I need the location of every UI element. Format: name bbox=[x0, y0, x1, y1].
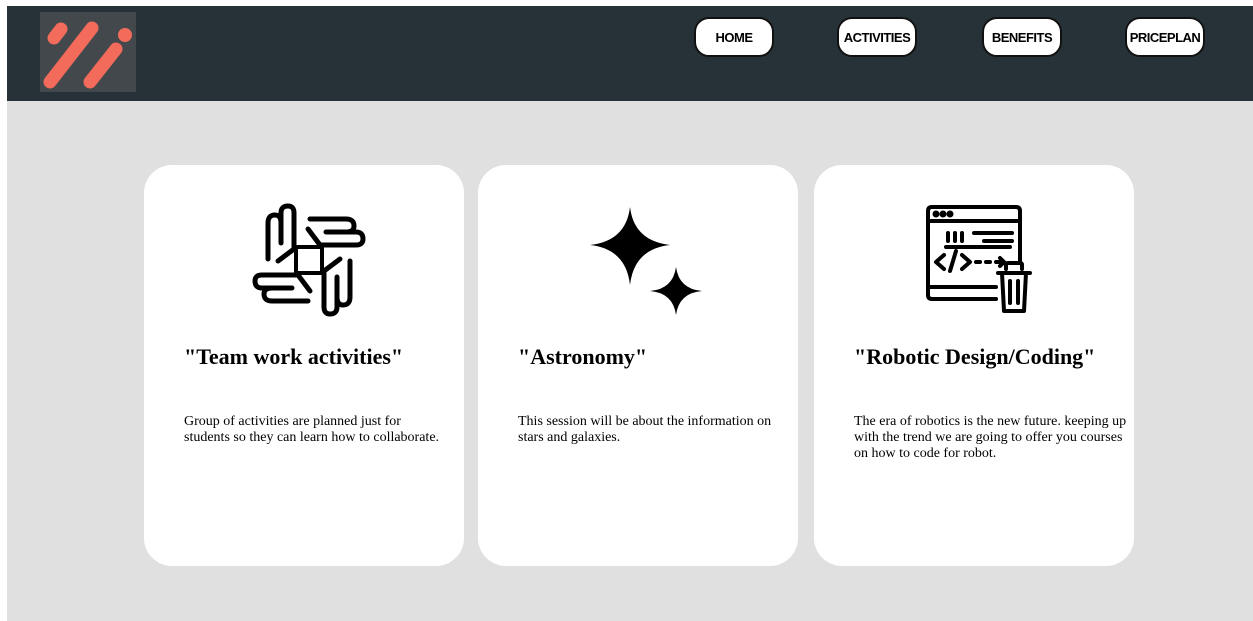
activity-card-robotics: "Robotic Design/Coding" The era of robot… bbox=[814, 165, 1134, 566]
nav-benefits-button[interactable]: BENEFITS bbox=[982, 17, 1062, 57]
card-description: This session will be about the informati… bbox=[518, 414, 772, 445]
page-frame: HOME ACTIVITIES BENEFITS PRICEPLAN "Team… bbox=[7, 6, 1253, 621]
teamwork-hands-icon bbox=[252, 203, 366, 317]
card-title: "Astronomy" bbox=[518, 344, 648, 369]
card-description: Group of activities are planned just for… bbox=[184, 414, 440, 445]
sparkle-stars-icon bbox=[590, 207, 702, 315]
code-window-icon bbox=[926, 205, 1032, 313]
three-slash-logo-icon bbox=[43, 21, 132, 89]
card-title: "Team work activities" bbox=[184, 344, 404, 369]
nav-priceplan-button[interactable]: PRICEPLAN bbox=[1125, 17, 1205, 57]
activity-card-astronomy: "Astronomy" This session will be about t… bbox=[478, 165, 798, 566]
nav-home-button[interactable]: HOME bbox=[694, 17, 774, 57]
logo[interactable] bbox=[40, 12, 136, 92]
nav-activities-button[interactable]: ACTIVITIES bbox=[837, 17, 917, 57]
top-navbar: HOME ACTIVITIES BENEFITS PRICEPLAN bbox=[7, 6, 1253, 101]
activity-card-teamwork: "Team work activities" Group of activiti… bbox=[144, 165, 464, 566]
card-title: "Robotic Design/Coding" bbox=[854, 344, 1096, 369]
card-description: The era of robotics is the new future. k… bbox=[854, 414, 1127, 461]
